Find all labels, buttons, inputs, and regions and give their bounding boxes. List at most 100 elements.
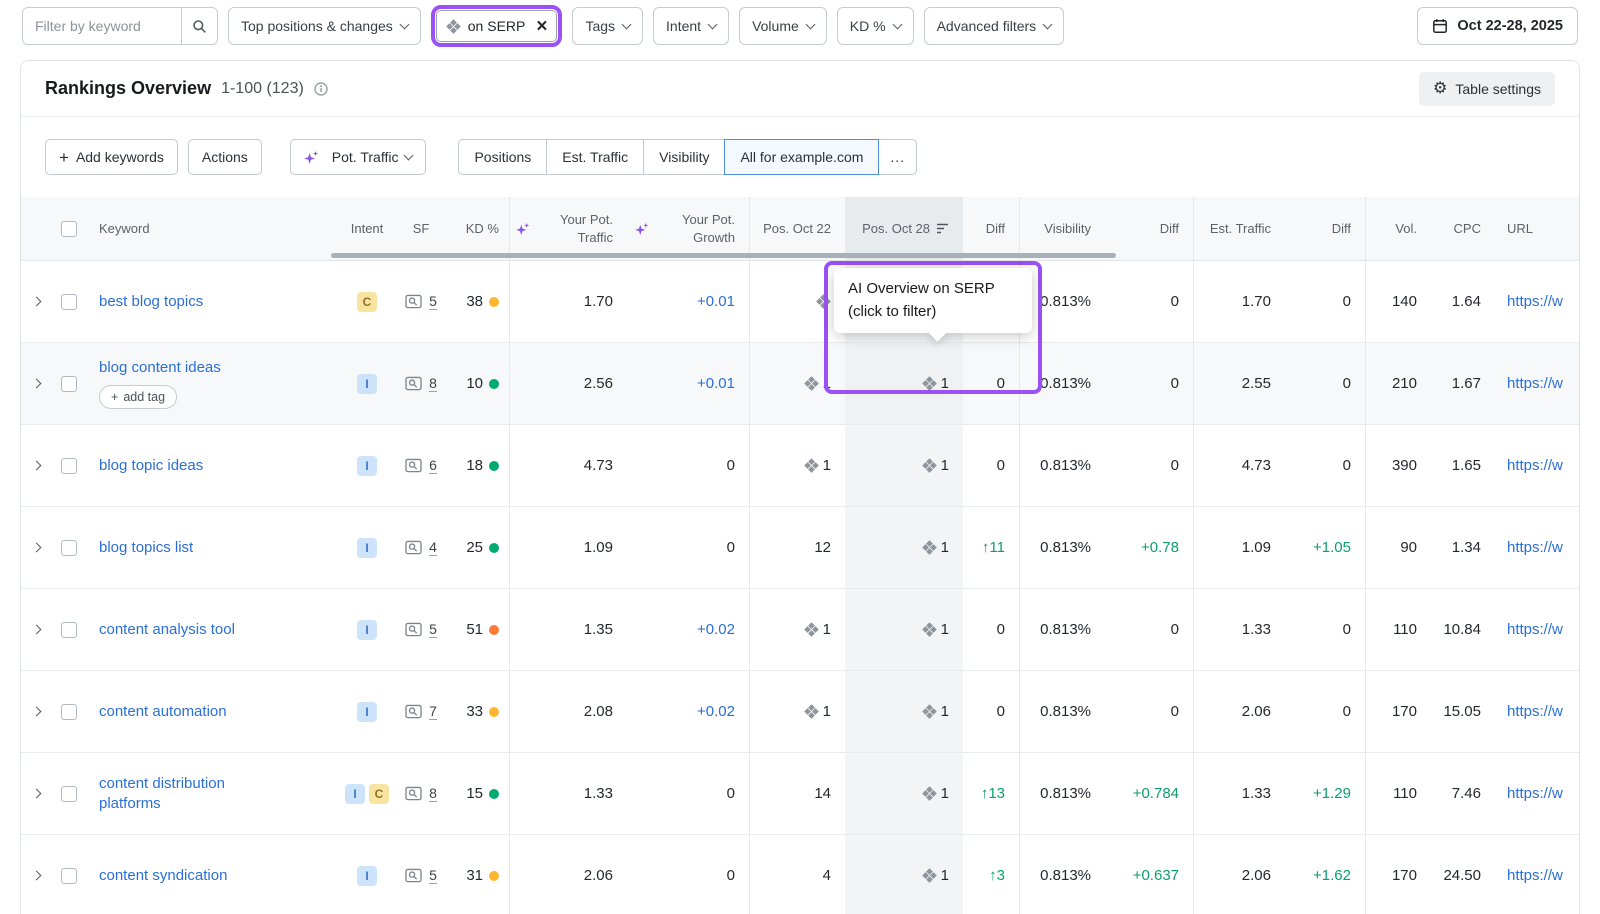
intent-badge[interactable]: I bbox=[345, 784, 365, 804]
row-expander[interactable] bbox=[21, 343, 51, 424]
col-header-cpc[interactable]: CPC bbox=[1431, 197, 1495, 260]
intent-badge[interactable]: C bbox=[357, 292, 377, 312]
row-expander[interactable] bbox=[21, 835, 51, 914]
row-expander[interactable] bbox=[21, 425, 51, 506]
col-header-diff-est-traffic[interactable]: Diff bbox=[1285, 197, 1365, 260]
url-link[interactable]: https://w bbox=[1507, 703, 1563, 720]
intent-badge[interactable]: I bbox=[357, 620, 377, 640]
row-checkbox[interactable] bbox=[61, 540, 77, 556]
intent-badge[interactable]: C bbox=[369, 784, 389, 804]
serp-filter-chip[interactable]: on SERP × bbox=[436, 10, 558, 42]
col-header-pos-oct-22[interactable]: Pos. Oct 22 bbox=[749, 197, 845, 260]
col-header-diff-visibility[interactable]: Diff bbox=[1105, 197, 1193, 260]
col-header-your-pot-traffic[interactable]: Your Pot. Traffic bbox=[509, 197, 627, 260]
intent-badge[interactable]: I bbox=[357, 866, 377, 886]
col-header-pos-oct-28[interactable]: Pos. Oct 28 bbox=[845, 197, 963, 260]
keyword-link[interactable]: blog topic ideas bbox=[99, 456, 203, 476]
search-button[interactable] bbox=[181, 8, 217, 44]
more-tabs-button[interactable]: ... bbox=[878, 139, 917, 175]
tab-positions[interactable]: Positions bbox=[458, 139, 547, 175]
horizontal-scrollbar[interactable] bbox=[331, 253, 1116, 258]
tab-est-traffic[interactable]: Est. Traffic bbox=[546, 139, 644, 175]
cell-visibility-diff: 0 bbox=[1105, 261, 1193, 342]
tab-all-for-domain[interactable]: All for example.com bbox=[724, 139, 879, 175]
actions-button[interactable]: Actions bbox=[188, 139, 262, 175]
serp-features-icon bbox=[405, 294, 422, 309]
cell-est-traffic: 1.33 bbox=[1193, 753, 1285, 834]
keyword-link[interactable]: blog content ideas bbox=[99, 358, 221, 378]
url-link[interactable]: https://w bbox=[1507, 375, 1563, 392]
url-link[interactable]: https://w bbox=[1507, 539, 1563, 556]
col-header-sf[interactable]: SF bbox=[395, 197, 447, 260]
intent-badge[interactable]: I bbox=[357, 538, 377, 558]
top-positions-dropdown[interactable]: Top positions & changes bbox=[228, 7, 421, 45]
keyword-link[interactable]: content automation bbox=[99, 702, 227, 722]
keyword-filter-input[interactable] bbox=[23, 8, 181, 44]
row-checkbox[interactable] bbox=[61, 376, 77, 392]
url-link[interactable]: https://w bbox=[1507, 867, 1563, 884]
intent-badge[interactable]: I bbox=[357, 374, 377, 394]
col-header-volume[interactable]: Vol. bbox=[1365, 197, 1431, 260]
col-header-your-pot-growth[interactable]: Your Pot. Growth bbox=[627, 197, 749, 260]
pagination-count: 1-100 (123) bbox=[221, 80, 304, 98]
url-link[interactable]: https://w bbox=[1507, 457, 1563, 474]
keyword-link[interactable]: best blog topics bbox=[99, 292, 203, 312]
keyword-link[interactable]: content distribution platforms bbox=[99, 774, 277, 813]
url-link[interactable]: https://w bbox=[1507, 293, 1563, 310]
remove-filter-icon[interactable]: × bbox=[536, 17, 547, 36]
row-expander[interactable] bbox=[21, 507, 51, 588]
intent-badge[interactable]: I bbox=[357, 702, 377, 722]
url-link[interactable]: https://w bbox=[1507, 785, 1563, 802]
col-header-url[interactable]: URL bbox=[1495, 197, 1579, 260]
col-header-keyword[interactable]: Keyword bbox=[87, 197, 339, 260]
sf-count-link[interactable]: 8 bbox=[429, 785, 437, 803]
col-header-kd[interactable]: KD % bbox=[447, 197, 509, 260]
cell-pos-diff: ↑3 bbox=[963, 835, 1019, 914]
info-icon[interactable] bbox=[314, 82, 328, 96]
keyword-link[interactable]: blog topics list bbox=[99, 538, 193, 558]
col-header-visibility[interactable]: Visibility bbox=[1019, 197, 1105, 260]
volume-dropdown[interactable]: Volume bbox=[739, 7, 827, 45]
add-tag-button[interactable]: +add tag bbox=[99, 385, 177, 409]
kd-dot bbox=[489, 707, 499, 717]
intent-badge[interactable]: I bbox=[357, 456, 377, 476]
row-checkbox[interactable] bbox=[61, 622, 77, 638]
url-link[interactable]: https://w bbox=[1507, 621, 1563, 638]
cell-pos-diff: ↑11 bbox=[963, 507, 1019, 588]
row-expander[interactable] bbox=[21, 753, 51, 834]
sf-count-link[interactable]: 6 bbox=[429, 457, 437, 475]
row-expander[interactable] bbox=[21, 261, 51, 342]
row-checkbox[interactable] bbox=[61, 868, 77, 884]
sf-count-link[interactable]: 7 bbox=[429, 703, 437, 721]
advanced-filters-dropdown[interactable]: Advanced filters bbox=[924, 7, 1065, 45]
plus-icon: + bbox=[59, 149, 69, 166]
cell-visibility: 0.813% bbox=[1019, 835, 1105, 914]
select-all-checkbox[interactable] bbox=[61, 221, 77, 237]
sf-count-link[interactable]: 5 bbox=[429, 867, 437, 885]
row-checkbox[interactable] bbox=[61, 786, 77, 802]
row-expander[interactable] bbox=[21, 671, 51, 752]
col-header-diff-pos[interactable]: Diff bbox=[963, 197, 1019, 260]
sf-count-link[interactable]: 5 bbox=[429, 293, 437, 311]
row-checkbox[interactable] bbox=[61, 704, 77, 720]
col-header-intent[interactable]: Intent bbox=[339, 197, 395, 260]
table-settings-button[interactable]: ⚙ Table settings bbox=[1419, 72, 1555, 106]
tab-visibility[interactable]: Visibility bbox=[643, 139, 725, 175]
row-checkbox[interactable] bbox=[61, 294, 77, 310]
pot-traffic-dropdown[interactable]: Pot. Traffic bbox=[290, 139, 427, 175]
row-checkbox[interactable] bbox=[61, 458, 77, 474]
sf-count-link[interactable]: 4 bbox=[429, 539, 437, 557]
sf-count-link[interactable]: 8 bbox=[429, 375, 437, 393]
keyword-link[interactable]: content analysis tool bbox=[99, 620, 235, 640]
cell-est-traffic: 2.06 bbox=[1193, 835, 1285, 914]
add-keywords-button[interactable]: + Add keywords bbox=[45, 139, 178, 175]
keyword-link[interactable]: content syndication bbox=[99, 866, 227, 886]
kd-dot bbox=[489, 789, 499, 799]
row-expander[interactable] bbox=[21, 589, 51, 670]
sf-count-link[interactable]: 5 bbox=[429, 621, 437, 639]
col-header-est-traffic[interactable]: Est. Traffic bbox=[1193, 197, 1285, 260]
kd-dropdown[interactable]: KD % bbox=[837, 7, 914, 45]
tags-dropdown[interactable]: Tags bbox=[572, 7, 643, 45]
date-range-picker[interactable]: Oct 22-28, 2025 bbox=[1417, 7, 1578, 45]
intent-dropdown[interactable]: Intent bbox=[653, 7, 729, 45]
